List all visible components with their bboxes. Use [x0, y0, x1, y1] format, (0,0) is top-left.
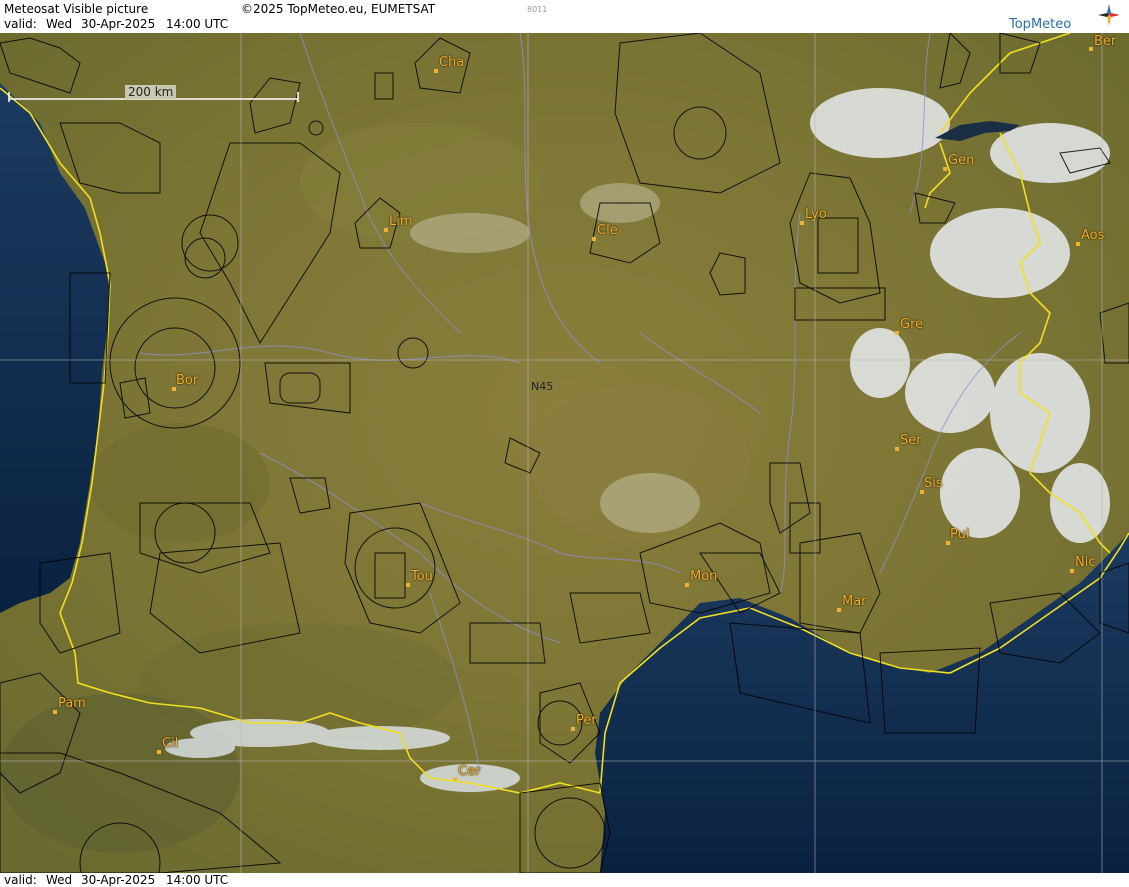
city-label: Bor	[176, 373, 199, 388]
city-dot	[571, 727, 575, 731]
city-label: Mon	[690, 569, 718, 584]
footer-valid-time: 14:00 UTC	[166, 873, 229, 887]
footer-valid-date: 30-Apr-2025	[81, 873, 156, 887]
city-dot	[157, 750, 161, 754]
city-dot	[895, 331, 899, 335]
footer-valid-label: valid:	[4, 873, 37, 887]
city-dot	[800, 221, 804, 225]
city-dot	[943, 167, 947, 171]
city-dot	[1070, 569, 1074, 573]
city-label: Gen	[948, 153, 975, 168]
city-label: Lim	[389, 214, 413, 229]
footer-bar: valid: Wed 30-Apr-2025 14:00 UTC	[0, 873, 1129, 887]
city-dot	[1089, 47, 1093, 51]
latitude-label: N45	[531, 380, 554, 393]
city-dot	[453, 777, 457, 781]
city-label: Aos	[1081, 228, 1105, 243]
city-label: Ser	[900, 433, 922, 448]
valid-day: Wed	[46, 17, 73, 31]
topmeteo-logo[interactable]: TopMeteo	[1009, 3, 1119, 32]
city-label: Cil	[162, 736, 179, 751]
copyright-text: ©2025 TopMeteo.eu, EUMETSAT	[241, 2, 436, 16]
city-label: Gre	[900, 317, 924, 332]
city-label: Pam	[58, 696, 86, 711]
city-dot	[434, 69, 438, 73]
city-label: Pui	[950, 527, 970, 542]
satellite-map[interactable]: 200 km N45 Cha Lim Cle Lyo Gen Ber Aos G…	[0, 33, 1129, 873]
city-label: Tou	[411, 569, 433, 584]
city-label: Nic	[1075, 555, 1096, 570]
image-code: 8011	[527, 5, 548, 14]
city-dot	[406, 583, 410, 587]
valid-time: 14:00 UTC	[166, 17, 229, 31]
city-dot	[837, 608, 841, 612]
city-label: Cer	[458, 764, 481, 779]
city-dot	[895, 447, 899, 451]
valid-label: valid:	[4, 17, 37, 31]
city-label: Ber	[1094, 34, 1117, 49]
city-label: Cha	[439, 55, 465, 70]
city-label: Per	[576, 713, 597, 728]
scale-label: 200 km	[125, 85, 177, 99]
city-label: Lyo	[805, 207, 827, 222]
city-label: Cle	[597, 223, 618, 238]
header-bar: Meteosat Visible picture ©2025 TopMeteo.…	[0, 0, 1129, 33]
city-dot	[1076, 242, 1080, 246]
city-dot	[685, 583, 689, 587]
valid-date: 30-Apr-2025	[81, 17, 156, 31]
city-dot	[53, 710, 57, 714]
city-label: Mar	[842, 594, 867, 609]
product-title: Meteosat Visible picture	[4, 2, 149, 16]
footer-valid-day: Wed	[46, 873, 73, 887]
city-dot	[592, 237, 596, 241]
city-label: Sis	[924, 476, 943, 491]
city-dot	[384, 228, 388, 232]
logo-text: TopMeteo	[1009, 17, 1072, 32]
